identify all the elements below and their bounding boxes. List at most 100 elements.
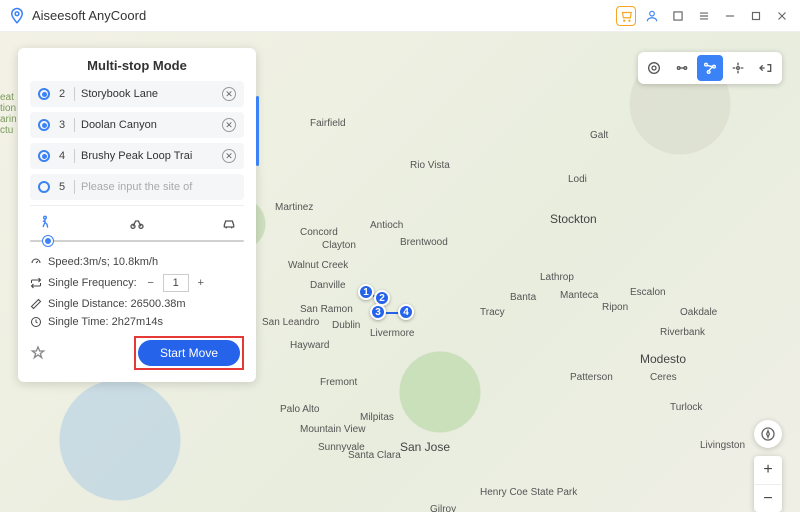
- stop-row[interactable]: 4 Brushy Peak Loop Trai ✕: [30, 143, 244, 169]
- map-place-label: Danville: [310, 280, 346, 291]
- content-area: eat tion arin ctu Fairfield Rio Vista Mart…: [0, 32, 800, 512]
- map-place-label: Fairfield: [310, 118, 346, 129]
- map-place-label: Hayward: [290, 340, 329, 351]
- stop-number: 2: [56, 88, 68, 100]
- app-logo-icon: [8, 7, 26, 25]
- speed-slider[interactable]: [30, 234, 244, 248]
- favorite-icon[interactable]: [30, 345, 46, 361]
- map-place-label: Ripon: [602, 302, 628, 313]
- distance-row: Single Distance: 26500.38m: [30, 298, 244, 310]
- map-place-label: Riverbank: [660, 327, 705, 338]
- compass-icon[interactable]: [754, 420, 782, 448]
- map-place-label: Lodi: [568, 174, 587, 185]
- stop-label[interactable]: Storybook Lane: [81, 88, 216, 100]
- map-place-label: Brentwood: [400, 237, 448, 248]
- cart-icon[interactable]: [616, 6, 636, 26]
- stop-label[interactable]: Brushy Peak Loop Trai: [81, 150, 216, 162]
- multi-stop-mode-icon[interactable]: [697, 55, 723, 81]
- stop-radio-icon: [38, 119, 50, 131]
- frequency-decrement[interactable]: −: [143, 275, 159, 291]
- stop-label[interactable]: Please input the site of: [81, 181, 236, 193]
- stop-row[interactable]: 3 Doolan Canyon ✕: [30, 112, 244, 138]
- ruler-icon: [30, 298, 42, 310]
- exit-mode-icon[interactable]: [753, 55, 779, 81]
- speed-label: Speed:3m/s; 10.8km/h: [48, 256, 158, 268]
- map-place-label: Santa Clara: [348, 450, 401, 461]
- titlebar: Aiseesoft AnyCoord: [0, 0, 800, 32]
- app-title: Aiseesoft AnyCoord: [32, 8, 146, 23]
- distance-label: Single Distance: 26500.38m: [48, 298, 186, 310]
- zoom-in-button[interactable]: +: [754, 456, 782, 484]
- menu-icon[interactable]: [694, 6, 714, 26]
- walk-mode-icon[interactable]: [36, 214, 54, 232]
- map-place-label: Milpitas: [360, 412, 394, 423]
- bike-mode-icon[interactable]: [128, 214, 146, 232]
- map-place-label: Fremont: [320, 377, 357, 388]
- travel-mode-row: [30, 205, 244, 232]
- map-place-label: Turlock: [670, 402, 702, 413]
- stop-number: 3: [56, 119, 68, 131]
- joystick-mode-icon[interactable]: [725, 55, 751, 81]
- map-place-label: Walnut Creek: [288, 260, 348, 271]
- panel-title: Multi-stop Mode: [30, 58, 244, 73]
- map-place-label: Patterson: [570, 372, 613, 383]
- stop-label[interactable]: Doolan Canyon: [81, 119, 216, 131]
- maximize-icon[interactable]: [746, 6, 766, 26]
- map-place-label: Gilroy: [430, 504, 456, 512]
- teleport-mode-icon[interactable]: [641, 55, 667, 81]
- repeat-icon: [30, 277, 42, 289]
- two-spot-mode-icon[interactable]: [669, 55, 695, 81]
- map-place-label: Tracy: [480, 307, 505, 318]
- clear-stop-icon[interactable]: ✕: [222, 149, 236, 163]
- frequency-increment[interactable]: +: [193, 275, 209, 291]
- zoom-control: + −: [754, 456, 782, 512]
- map-place-label: Rio Vista: [410, 160, 450, 171]
- map-place-label: Livingston: [700, 440, 745, 451]
- map-place-label: Clayton: [322, 240, 356, 251]
- time-label: Single Time: 2h27m14s: [48, 316, 163, 328]
- user-icon[interactable]: [642, 6, 662, 26]
- map-place-label: Galt: [590, 130, 608, 141]
- stop-row[interactable]: 2 Storybook Lane ✕: [30, 81, 244, 107]
- stop-row[interactable]: 5 Please input the site of: [30, 174, 244, 200]
- car-mode-icon[interactable]: [220, 214, 238, 232]
- map-place-label: Stockton: [550, 212, 597, 226]
- map-place-label: Palo Alto: [280, 404, 319, 415]
- speed-row: Speed:3m/s; 10.8km/h: [30, 256, 244, 268]
- waypoint-marker[interactable]: 1: [358, 284, 374, 300]
- map-place-label: Mountain View: [300, 424, 365, 435]
- map-place-label: Oakdale: [680, 307, 717, 318]
- map-place-label: Escalon: [630, 287, 666, 298]
- map-mode-toolbar: [638, 52, 782, 84]
- map-place-label: Martinez: [275, 202, 313, 213]
- stop-number: 5: [56, 181, 68, 193]
- frequency-row: Single Frequency: − 1 +: [30, 274, 244, 292]
- stop-number: 4: [56, 150, 68, 162]
- waypoint-marker[interactable]: 3: [370, 304, 386, 320]
- time-row: Single Time: 2h27m14s: [30, 316, 244, 328]
- map-place-label: San Ramon: [300, 304, 353, 315]
- map-place-label: Banta: [510, 292, 536, 303]
- map-place-label: San Jose: [400, 440, 450, 454]
- stop-radio-icon: [38, 88, 50, 100]
- clear-stop-icon[interactable]: ✕: [222, 87, 236, 101]
- clear-stop-icon[interactable]: ✕: [222, 118, 236, 132]
- waypoint-marker[interactable]: 4: [398, 304, 414, 320]
- frequency-label: Single Frequency:: [48, 277, 137, 289]
- start-move-highlight: Start Move: [134, 336, 244, 370]
- edge-text: eat tion arin ctu: [0, 92, 17, 136]
- scroll-indicator: [256, 96, 259, 166]
- side-panel: Multi-stop Mode 2 Storybook Lane ✕ 3 Doolan …: [18, 48, 256, 382]
- stop-radio-icon: [38, 181, 50, 193]
- map-place-label: Modesto: [640, 352, 686, 366]
- minimize-icon[interactable]: [720, 6, 740, 26]
- map-place-label: San Leandro: [262, 317, 319, 328]
- map-place-label: Concord: [300, 227, 338, 238]
- map-place-label: Manteca: [560, 290, 598, 301]
- start-move-button[interactable]: Start Move: [138, 340, 240, 366]
- frequency-value[interactable]: 1: [163, 274, 189, 292]
- window-icon[interactable]: [668, 6, 688, 26]
- zoom-out-button[interactable]: −: [754, 484, 782, 512]
- close-icon[interactable]: [772, 6, 792, 26]
- stop-radio-icon: [38, 150, 50, 162]
